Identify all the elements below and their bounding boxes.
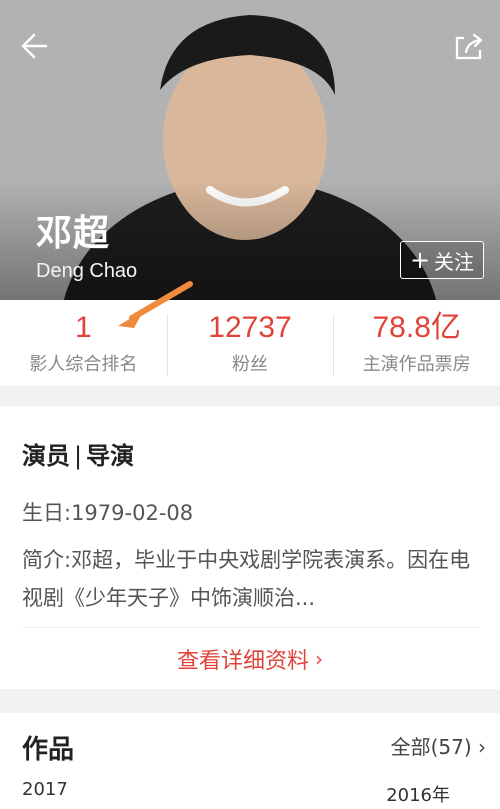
stats-bar: 1 影人综合排名 12737 粉丝 78.8亿 主演作品票房 — [0, 281, 500, 386]
view-details-label: 查看详细资料 — [176, 648, 309, 674]
works-all-link[interactable]: 全部(57) › — [391, 731, 486, 760]
stat-box-office[interactable]: 78.8亿 主演作品票房 — [333, 300, 500, 386]
plus-icon: + — [409, 246, 431, 274]
role-director: 导演 — [86, 442, 135, 470]
intro-text: 简介:邓超，毕业于中央戏剧学院表演系。因在电视剧《少年天子》中饰演顺治... — [22, 548, 471, 610]
work-year: 2016年 — [386, 785, 450, 806]
actor-name-en: Deng Chao — [36, 260, 138, 282]
chevron-right-icon: › — [315, 646, 323, 671]
birthday: 生日:1979-02-08 — [22, 501, 194, 525]
profile-header: 邓超 Deng Chao + 关注 — [0, 0, 500, 300]
works-title: 作品 — [22, 735, 75, 765]
role-actor: 演员 — [22, 442, 70, 470]
follow-button[interactable]: + 关注 — [400, 241, 484, 279]
stat-value: 78.8亿 — [372, 310, 461, 344]
share-icon — [455, 33, 483, 60]
roles-line: 演员 | 导演 — [22, 406, 478, 471]
works-section: 作品 全部(57) › 2017 2016年 — [0, 713, 500, 809]
chevron-right-icon: › — [478, 735, 486, 759]
back-arrow-icon — [21, 33, 48, 59]
share-button[interactable] — [452, 30, 486, 64]
profile-card: 演员 | 导演 生日:1979-02-08 简介:邓超，毕业于中央戏剧学院表演系。因… — [0, 406, 500, 689]
back-button[interactable] — [18, 28, 54, 64]
role-separator: | — [74, 442, 83, 470]
stat-rank[interactable]: 1 影人综合排名 — [0, 300, 167, 386]
view-details-link[interactable]: 查看详细资料 › — [22, 627, 478, 689]
stat-value: 1 — [74, 310, 92, 344]
stat-label: 粉丝 — [232, 353, 268, 375]
stat-fans[interactable]: 12737 粉丝 — [166, 300, 334, 386]
stat-label: 影人综合排名 — [29, 353, 138, 375]
actor-name-cn: 邓超 — [36, 213, 111, 254]
follow-label: 关注 — [434, 249, 475, 274]
work-year: 2017 — [22, 779, 68, 800]
stat-label: 主演作品票房 — [362, 353, 471, 375]
works-all-label: 全部(57) — [390, 735, 472, 759]
stat-value: 12737 — [208, 310, 292, 344]
